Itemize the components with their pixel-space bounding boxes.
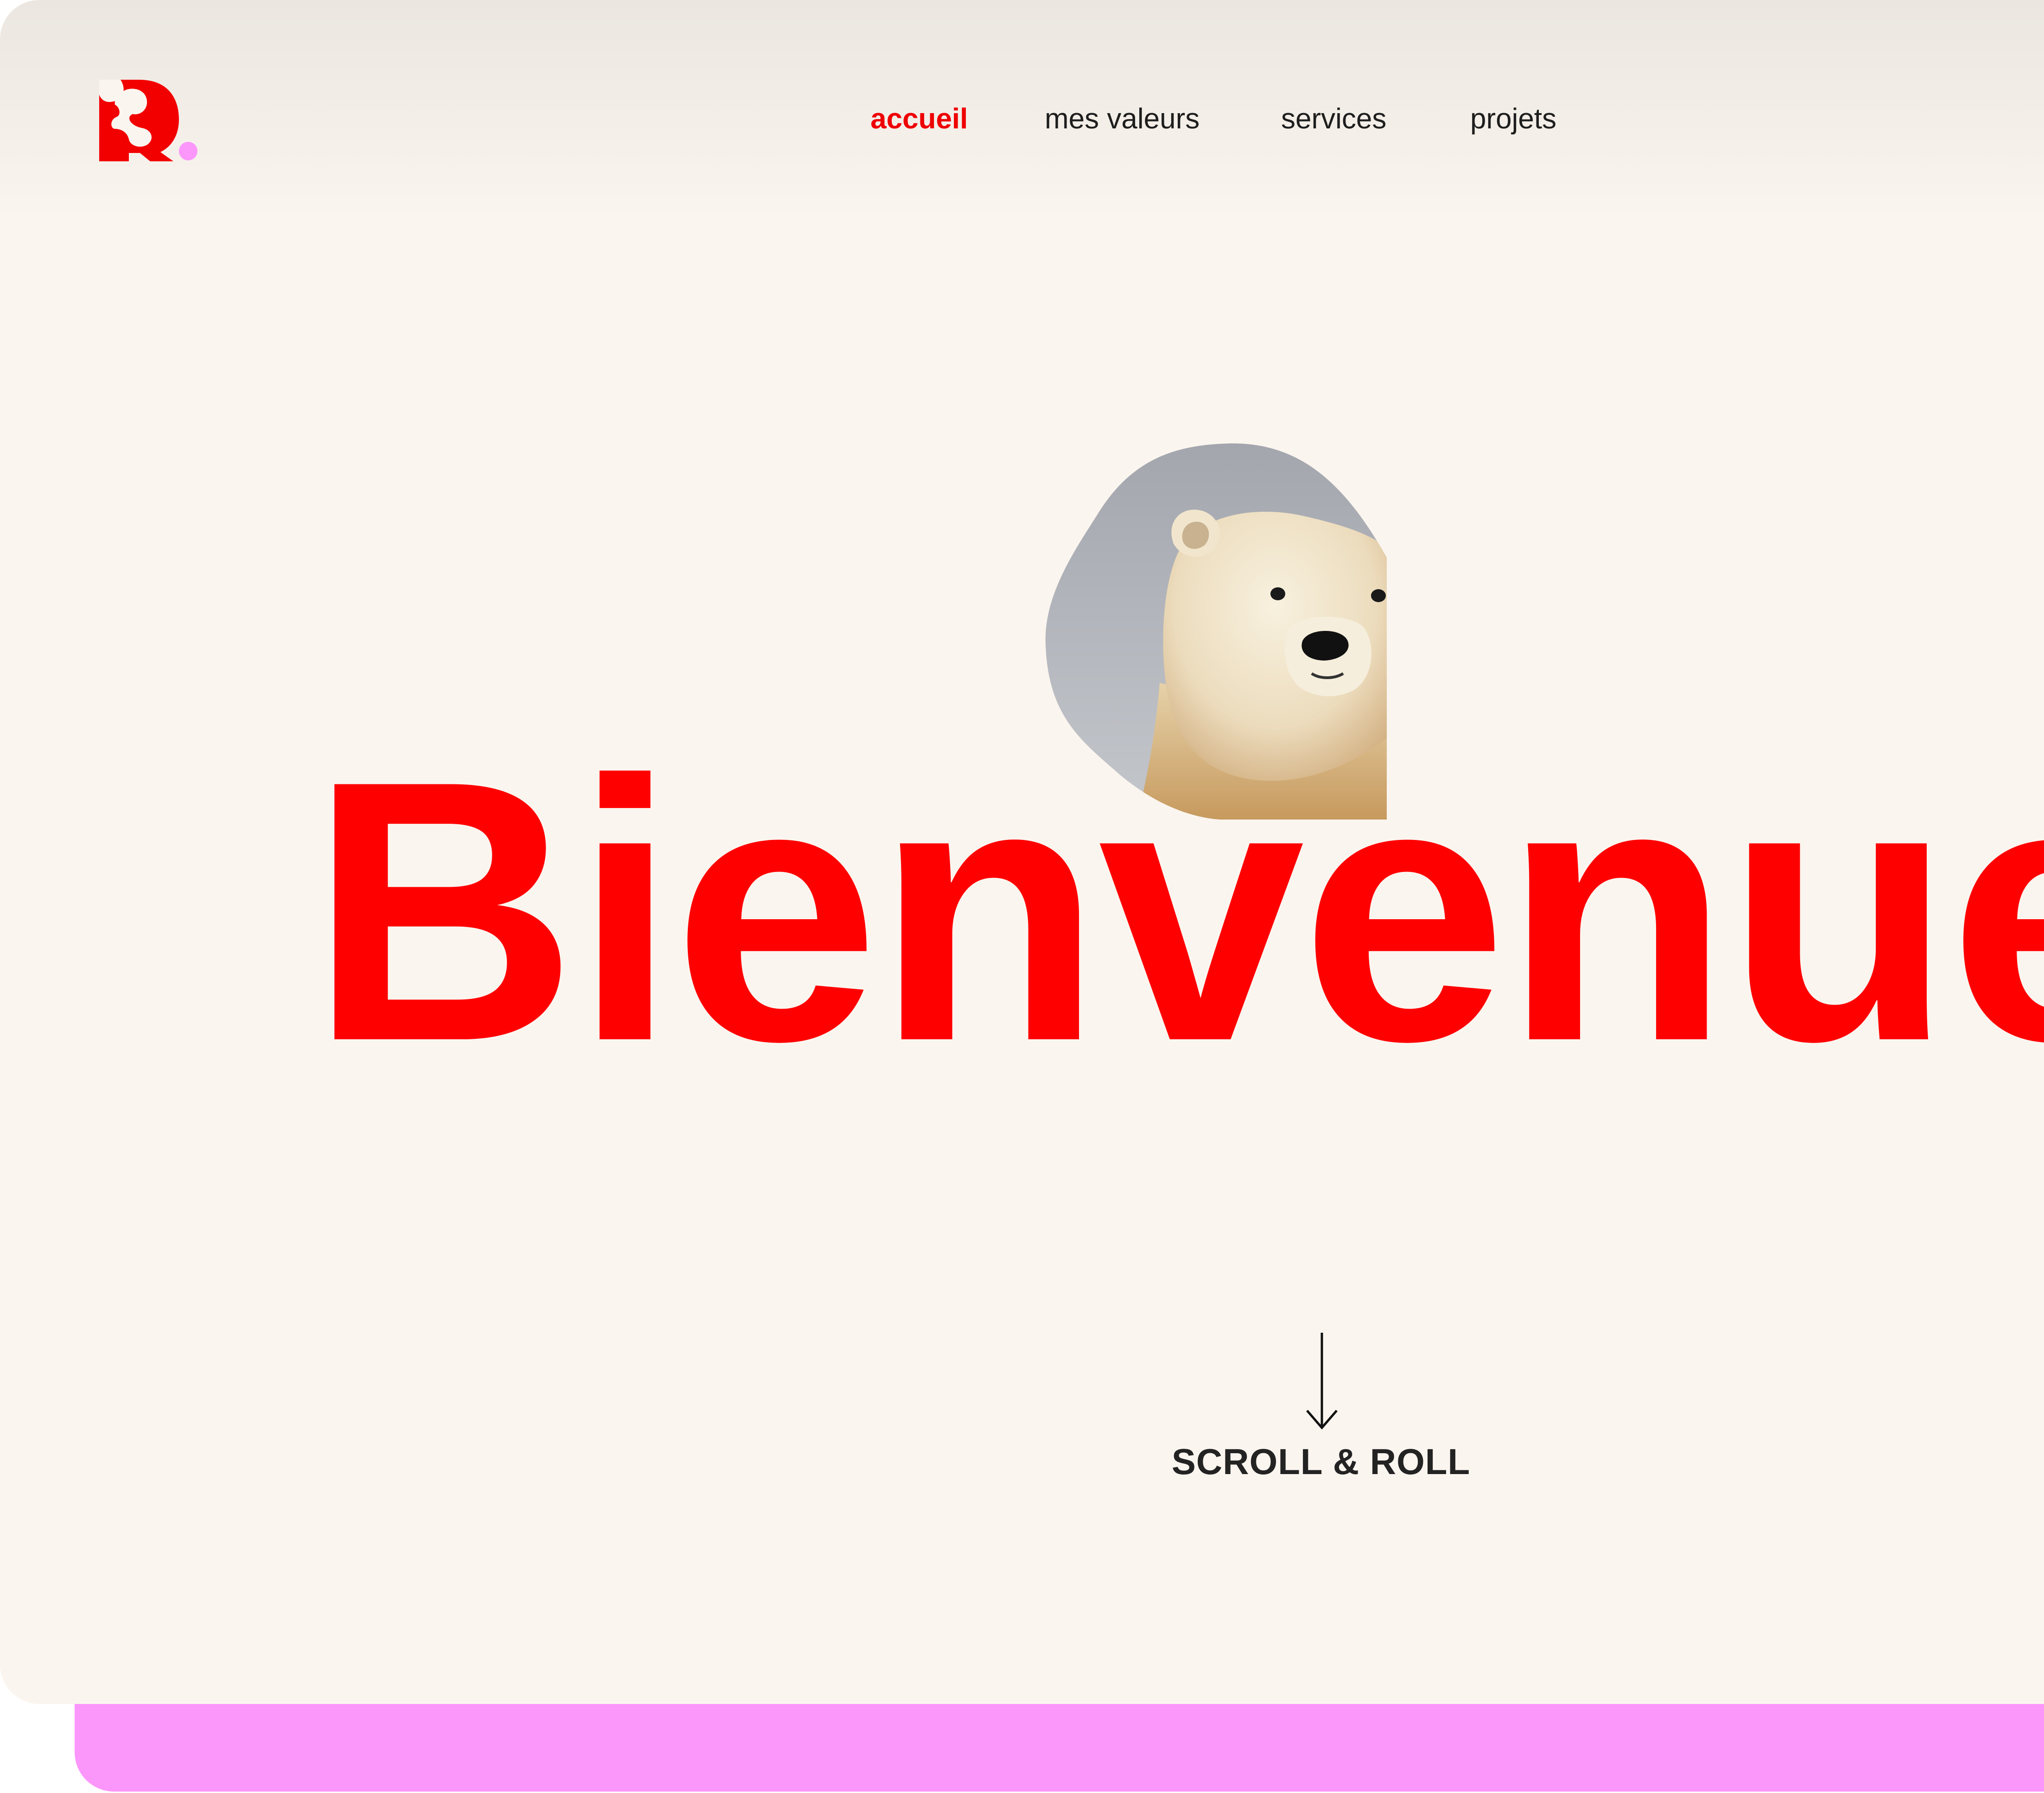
nav-item-accueil[interactable]: accueil bbox=[870, 98, 968, 140]
scroll-cta-label[interactable]: SCROLL & ROLL bbox=[1089, 1438, 1553, 1485]
hero-title: Bienvenue bbox=[310, 704, 2044, 1118]
site-header: accueil mes valeurs services projets bbox=[0, 0, 2044, 218]
main-nav: accueil mes valeurs services projets bbox=[0, 98, 2044, 140]
hero-card: accueil mes valeurs services projets Bie… bbox=[0, 0, 2044, 1704]
nav-item-services[interactable]: services bbox=[1281, 98, 1386, 140]
nav-item-mes-valeurs[interactable]: mes valeurs bbox=[1045, 98, 1200, 140]
arrow-down-icon[interactable] bbox=[1303, 1333, 1340, 1431]
page: accueil mes valeurs services projets Bie… bbox=[0, 0, 2044, 1793]
nav-item-projets[interactable]: projets bbox=[1470, 98, 1556, 140]
